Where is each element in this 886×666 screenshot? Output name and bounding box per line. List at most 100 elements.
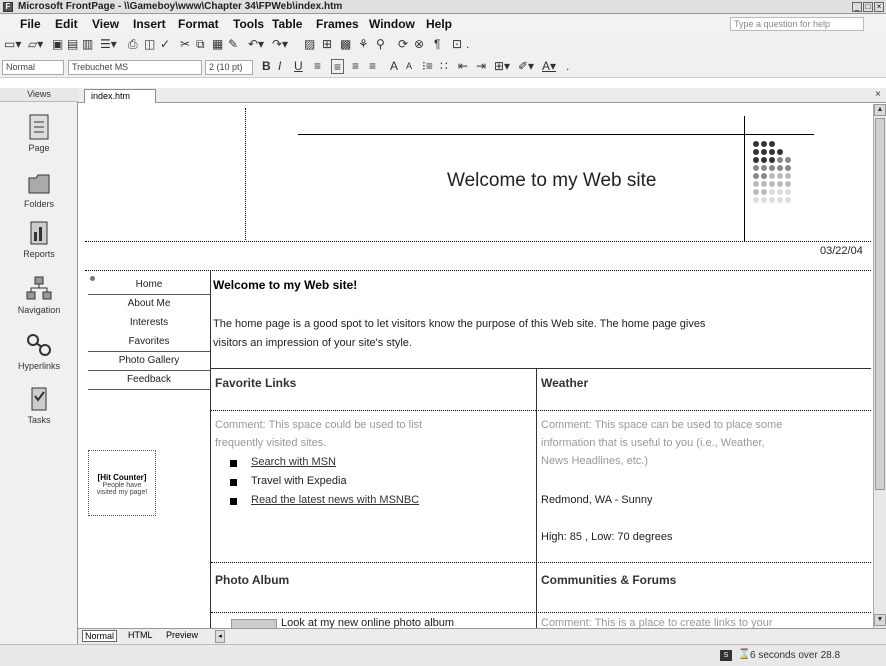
view-page[interactable]: Page: [0, 112, 78, 170]
preview-icon[interactable]: ◫: [144, 37, 155, 52]
title-bar: F Microsoft FrontPage - \\Gameboy\www\Ch…: [0, 0, 886, 14]
italic-icon[interactable]: I: [278, 59, 281, 74]
refresh-icon[interactable]: ⟳: [398, 37, 408, 52]
tab-preview[interactable]: Preview: [164, 630, 200, 640]
scroll-down-icon[interactable]: ▼: [874, 614, 886, 626]
photo-thumbnail[interactable]: [231, 619, 277, 628]
frontpage-app-icon[interactable]: F: [3, 2, 13, 12]
view-reports[interactable]: Reports: [0, 218, 78, 276]
style-select[interactable]: Normal: [2, 60, 64, 75]
cut-icon[interactable]: ✂: [180, 37, 190, 52]
menu-table[interactable]: Table: [272, 17, 302, 31]
decrease-font-icon[interactable]: A: [406, 59, 412, 74]
nav-interests[interactable]: Interests: [88, 314, 210, 333]
numbering-icon[interactable]: ⁝≡: [422, 59, 433, 74]
new-page-icon[interactable]: ▭▾: [4, 37, 21, 52]
menu-insert[interactable]: Insert: [133, 17, 166, 31]
menu-format[interactable]: Format: [178, 17, 219, 31]
web-component-icon[interactable]: ▥: [82, 37, 93, 52]
format-painter-icon[interactable]: ✎: [228, 37, 238, 52]
view-label: Hyperlinks: [17, 361, 60, 371]
view-hyperlinks[interactable]: Hyperlinks: [0, 330, 78, 388]
banner-bottom-border: [85, 241, 871, 242]
close-document-icon[interactable]: ×: [875, 89, 881, 100]
justify-icon[interactable]: ≡: [369, 59, 376, 74]
redo-icon[interactable]: ↷▾: [272, 37, 288, 52]
link-search-msn[interactable]: Search with MSN: [251, 456, 336, 468]
view-navigation[interactable]: Navigation: [0, 274, 78, 332]
open-icon[interactable]: ▱▾: [28, 37, 43, 52]
weather-comment: information that is useful to you (i.e.,…: [541, 437, 765, 449]
toggle-pane-icon[interactable]: ☰▾: [100, 37, 117, 52]
font-select[interactable]: Trebuchet MS: [68, 60, 202, 75]
insert-component-icon[interactable]: ▨: [304, 37, 315, 52]
menu-file[interactable]: File: [20, 17, 41, 31]
print-icon[interactable]: ⎙: [128, 37, 138, 52]
menu-help[interactable]: Help: [426, 17, 452, 31]
toolbar-options-icon[interactable]: .: [566, 59, 569, 74]
nav-photo-gallery[interactable]: Photo Gallery: [88, 352, 210, 371]
decrease-indent-icon[interactable]: ⇤: [458, 59, 468, 74]
help-search-input[interactable]: Type a question for help: [730, 17, 864, 31]
link-travel-expedia[interactable]: Travel with Expedia: [251, 475, 347, 487]
undo-icon[interactable]: ↶▾: [248, 37, 264, 52]
menu-edit[interactable]: Edit: [55, 17, 78, 31]
photo-album-text[interactable]: Look at my new online photo album: [281, 617, 454, 628]
center-icon[interactable]: ≡: [331, 59, 345, 74]
scroll-up-icon[interactable]: ▲: [874, 104, 886, 116]
scroll-left-icon[interactable]: ◂: [215, 630, 225, 643]
font-color-icon[interactable]: A▾: [542, 59, 556, 74]
paste-icon[interactable]: ▦: [212, 37, 223, 52]
align-left-icon[interactable]: ≡: [314, 59, 321, 74]
toolbar-options-icon[interactable]: .: [466, 37, 469, 52]
link-news-msnbc[interactable]: Read the latest news with MSNBC: [251, 494, 419, 506]
menu-view[interactable]: View: [92, 17, 119, 31]
tab-normal[interactable]: Normal: [82, 630, 118, 642]
banner-rule-vertical: [744, 116, 745, 241]
increase-font-icon[interactable]: A: [390, 59, 398, 74]
borders-icon[interactable]: ⊞▾: [494, 59, 510, 74]
menu-window[interactable]: Window: [369, 17, 415, 31]
align-right-icon[interactable]: ≡: [352, 59, 359, 74]
underline-icon[interactable]: U: [294, 59, 303, 74]
help-icon[interactable]: ⊡: [452, 37, 462, 52]
hit-counter[interactable]: [Hit Counter] People have visited my pag…: [88, 450, 156, 516]
intro-text: The home page is a good spot to let visi…: [213, 318, 706, 330]
menu-tools[interactable]: Tools: [233, 17, 264, 31]
hyperlink-icon[interactable]: ⚲: [376, 37, 385, 52]
increase-indent-icon[interactable]: ⇥: [476, 59, 486, 74]
close-icon[interactable]: ×: [874, 2, 884, 12]
drawing-icon[interactable]: ⚘: [358, 37, 369, 52]
insert-table-icon[interactable]: ⊞: [322, 37, 332, 52]
document-tab-bar: [78, 88, 886, 103]
save-icon[interactable]: ▣: [52, 37, 63, 52]
nav-favorites[interactable]: Favorites: [88, 333, 210, 352]
view-tasks[interactable]: Tasks: [0, 384, 78, 442]
spelling-icon[interactable]: ✓: [160, 37, 170, 52]
weather-location: Redmond, WA - Sunny: [541, 494, 653, 506]
nav-feedback[interactable]: Feedback: [88, 371, 210, 390]
highlight-icon[interactable]: ✐▾: [518, 59, 534, 74]
menu-frames[interactable]: Frames: [316, 17, 359, 31]
page-editor[interactable]: Welcome to my Web site 03/22/04 Home Abo…: [85, 104, 872, 628]
minimize-icon[interactable]: _: [852, 2, 862, 12]
bullets-icon[interactable]: ∷: [440, 59, 448, 74]
publish-icon[interactable]: ▤: [67, 37, 78, 52]
bold-icon[interactable]: B: [262, 59, 271, 74]
insert-picture-icon[interactable]: ▩: [340, 37, 351, 52]
stop-icon[interactable]: ⊗: [414, 37, 424, 52]
tab-html[interactable]: HTML: [126, 630, 155, 640]
navigation-icon: [26, 276, 52, 300]
vertical-scrollbar[interactable]: ▲ ▼: [873, 104, 886, 628]
font-size-select[interactable]: 2 (10 pt): [205, 60, 253, 75]
nav-about-me[interactable]: About Me: [88, 295, 210, 314]
communities-comment: Comment: This is a place to create links…: [541, 617, 773, 628]
maximize-icon[interactable]: □: [863, 2, 873, 12]
nav-home[interactable]: Home: [88, 276, 210, 295]
connection-icon: S: [720, 650, 732, 661]
banner-title: Welcome to my Web site: [447, 170, 657, 191]
copy-icon[interactable]: ⧉: [196, 37, 205, 52]
scroll-thumb[interactable]: [875, 118, 885, 490]
show-all-icon[interactable]: ¶: [434, 37, 440, 52]
document-tab[interactable]: index.htm: [84, 89, 156, 103]
